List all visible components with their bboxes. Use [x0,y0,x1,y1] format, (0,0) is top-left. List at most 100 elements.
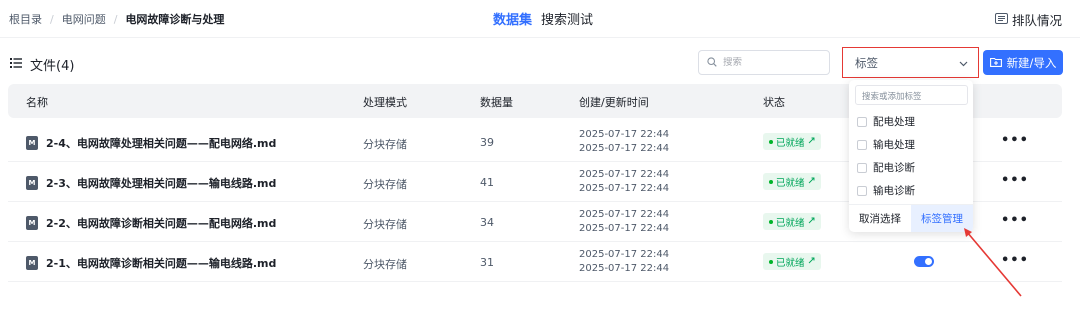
created-time: 2025-07-17 22:44 [579,169,670,180]
file-name: 2-4、电网故障处理相关问题——配电网络.md [46,137,277,150]
created-time: 2025-07-17 22:44 [579,249,670,260]
file-name-cell[interactable]: M 2-3、电网故障处理相关问题——输电线路.md [26,175,276,191]
expand-icon [808,216,815,227]
markdown-file-icon: M [26,216,38,230]
status-label: 已就绪 [776,217,805,229]
search-input[interactable] [723,57,813,68]
status-label: 已就绪 [776,137,805,149]
breadcrumb: 根目录 / 电网问题 / 电网故障诊断与处理 [9,11,224,27]
header-time: 创建/更新时间 [579,96,649,109]
processing-mode: 分块存储 [363,218,407,231]
header-status: 状态 [763,96,785,109]
file-name-cell[interactable]: M 2-1、电网故障诊断相关问题——输电线路.md [26,255,276,271]
data-count: 31 [480,256,494,269]
updated-time: 2025-07-17 22:44 [579,223,670,234]
tag-option[interactable]: 输电处理 [857,137,915,152]
created-time: 2025-07-17 22:44 [579,129,670,140]
status-dot [769,139,773,144]
file-name: 2-3、电网故障处理相关问题——输电线路.md [46,177,277,190]
created-time: 2025-07-17 22:44 [579,209,670,220]
processing-mode: 分块存储 [363,178,407,191]
breadcrumb-root[interactable]: 根目录 [9,11,42,27]
tag-option-label: 输电诊断 [873,185,915,197]
list-icon [10,57,22,72]
folder-plus-icon [989,56,1002,70]
tag-select[interactable]: 标签 [842,47,979,78]
tag-option[interactable]: 输电诊断 [857,183,915,198]
file-name-cell[interactable]: M 2-2、电网故障诊断相关问题——配电网络.md [26,215,276,231]
status-badge: 已就绪 [763,133,821,150]
tag-option-label: 配电处理 [873,116,915,128]
tab-dataset[interactable]: 数据集 [493,9,532,28]
new-import-label: 新建/导入 [1006,55,1057,70]
cancel-selection-button[interactable]: 取消选择 [849,205,911,232]
view-tabs: 数据集 搜索测试 [493,9,593,28]
time-cell: 2025-07-17 22:44 2025-07-17 22:44 [579,128,669,156]
files-header: 文件(4) [10,55,74,74]
tag-search-input[interactable]: 搜索或添加标签 [855,85,968,105]
data-count: 41 [480,176,494,189]
expand-icon [808,136,815,147]
queue-status-button[interactable]: 排队情况 [994,10,1062,29]
header-count: 数据量 [480,96,513,109]
queue-label: 排队情况 [1011,13,1062,28]
time-cell: 2025-07-17 22:44 2025-07-17 22:44 [579,248,669,276]
enable-toggle[interactable] [914,256,934,267]
processing-mode: 分块存储 [363,138,407,151]
file-name: 2-2、电网故障诊断相关问题——配电网络.md [46,217,277,230]
processing-mode: 分块存储 [363,258,407,271]
checkbox[interactable] [857,139,867,150]
expand-icon [808,176,815,187]
new-import-button[interactable]: 新建/导入 [983,50,1063,75]
table-row[interactable]: M 2-1、电网故障诊断相关问题——输电线路.md 分块存储 31 2025-0… [8,242,1062,282]
data-count: 34 [480,216,494,229]
file-name: 2-1、电网故障诊断相关问题——输电线路.md [46,257,277,270]
breadcrumb-level1[interactable]: 电网问题 [62,11,106,27]
tag-option[interactable]: 配电处理 [857,114,915,129]
chevron-down-icon [959,56,968,70]
breadcrumb-separator: / [50,12,54,26]
tag-option-label: 配电诊断 [873,162,915,174]
expand-icon [808,256,815,267]
tab-search-test[interactable]: 搜索测试 [541,9,593,28]
updated-time: 2025-07-17 22:44 [579,263,670,274]
status-dot [769,179,773,184]
time-cell: 2025-07-17 22:44 2025-07-17 22:44 [579,208,669,236]
status-dot [769,219,773,224]
checkbox[interactable] [857,116,867,127]
markdown-file-icon: M [26,176,38,190]
search-box[interactable] [698,50,830,75]
tag-select-placeholder: 标签 [855,55,878,70]
more-actions-button[interactable]: ••• [1001,133,1029,148]
status-badge: 已就绪 [763,253,821,270]
top-bar: 根目录 / 电网问题 / 电网故障诊断与处理 数据集 搜索测试 排队情况 [0,0,1080,38]
status-badge: 已就绪 [763,213,821,230]
search-icon [707,56,717,70]
file-name-cell[interactable]: M 2-4、电网故障处理相关问题——配电网络.md [26,135,276,151]
status-label: 已就绪 [776,177,805,189]
tag-option-label: 输电处理 [873,139,915,151]
files-title: 文件(4) [30,59,75,74]
checkbox[interactable] [857,162,867,173]
time-cell: 2025-07-17 22:44 2025-07-17 22:44 [579,168,669,196]
updated-time: 2025-07-17 22:44 [579,143,670,154]
markdown-file-icon: M [26,256,38,270]
data-count: 39 [480,136,494,149]
more-actions-button[interactable]: ••• [1001,213,1029,228]
status-dot [769,259,773,264]
markdown-file-icon: M [26,136,38,150]
updated-time: 2025-07-17 22:44 [579,183,670,194]
tag-dropdown-footer: 取消选择 标签管理 [849,204,973,232]
breadcrumb-current: 电网故障诊断与处理 [125,13,225,26]
breadcrumb-separator: / [113,12,118,26]
checkbox[interactable] [857,185,867,196]
header-name: 名称 [26,96,48,109]
tag-manage-button[interactable]: 标签管理 [911,205,973,232]
status-label: 已就绪 [776,257,805,269]
more-actions-button[interactable]: ••• [1001,253,1029,268]
more-actions-button[interactable]: ••• [1001,173,1029,188]
header-mode: 处理模式 [363,96,407,109]
status-badge: 已就绪 [763,173,821,190]
tag-option[interactable]: 配电诊断 [857,160,915,175]
queue-icon [994,12,1008,27]
